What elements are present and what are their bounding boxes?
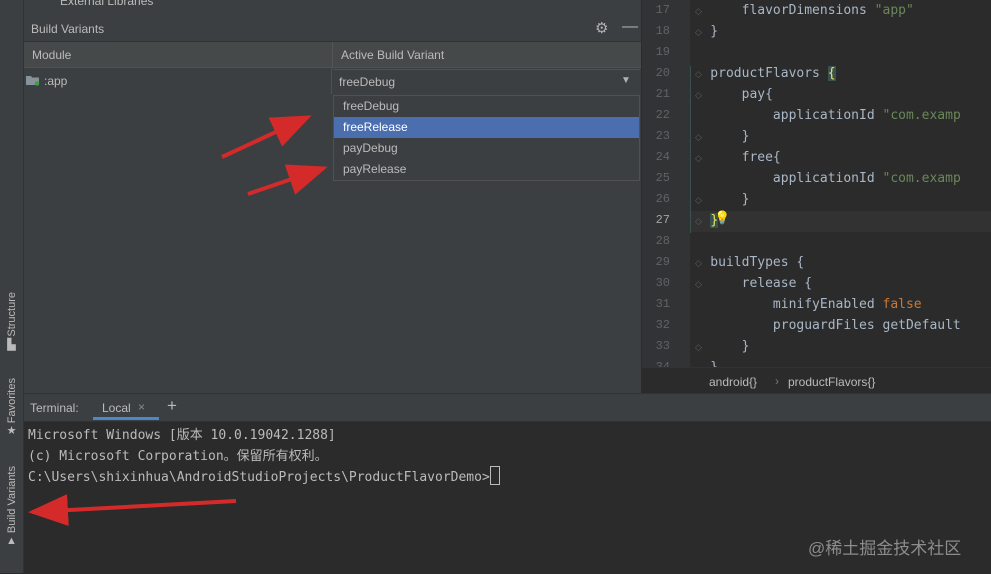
panel-title: Build Variants: [31, 22, 105, 36]
line-number: 20: [655, 66, 670, 80]
structure-tab-label: Structure: [5, 292, 18, 337]
code-line: minifyEnabled false: [679, 297, 922, 312]
code-line: }: [679, 339, 750, 354]
terminal-tab-bar: Terminal: Local × +: [24, 394, 991, 422]
line-number-current: 27: [655, 213, 670, 227]
terminal-prompt-line: C:\Users\shixinhua\AndroidStudioProjects…: [28, 466, 500, 485]
terminal-line: (c) Microsoft Corporation。保留所有权利。: [28, 449, 328, 464]
build-variants-panel: Build Variants ⚙ — Module Active Build V…: [24, 17, 641, 393]
minimize-icon[interactable]: —: [622, 18, 638, 36]
code-line: flavorDimensions "app": [679, 3, 914, 18]
code-line: }: [710, 213, 719, 228]
line-number: 25: [655, 171, 670, 185]
column-header-active-variant: Active Build Variant: [341, 48, 445, 62]
variant-option[interactable]: payRelease: [334, 159, 639, 180]
add-tab-icon[interactable]: +: [167, 396, 177, 416]
line-number: 19: [655, 45, 670, 59]
variant-option-selected[interactable]: freeRelease: [334, 117, 639, 138]
favorites-tab[interactable]: Favorites ★: [0, 378, 23, 437]
chevron-right-icon: ›: [775, 374, 779, 388]
option-label: freeRelease: [343, 120, 408, 134]
current-line-highlight: [690, 211, 991, 232]
module-cell[interactable]: :app: [24, 68, 332, 94]
line-number: 31: [655, 297, 670, 311]
line-number: 18: [655, 24, 670, 38]
close-icon[interactable]: ×: [138, 400, 145, 414]
variant-dropdown-list: freeDebug freeRelease payDebug payReleas…: [333, 95, 640, 181]
breadcrumb-item[interactable]: productFlavors{}: [788, 375, 875, 389]
gear-icon[interactable]: ⚙: [595, 19, 608, 37]
line-number: 22: [655, 108, 670, 122]
option-label: payDebug: [343, 141, 398, 155]
option-label: payRelease: [343, 162, 407, 176]
line-number: 21: [655, 87, 670, 101]
code-line: applicationId "com.examp: [679, 108, 961, 123]
project-tree-item[interactable]: External Libraries: [60, 0, 153, 8]
watermark: @稀土掘金技术社区: [808, 539, 962, 558]
line-number: 32: [655, 318, 670, 332]
terminal-line: Microsoft Windows [版本 10.0.19042.1288]: [28, 428, 336, 443]
build-variants-tab-label: Build Variants: [5, 466, 18, 534]
structure-tab[interactable]: Structure ▙: [0, 292, 23, 351]
code-line: }: [679, 192, 750, 207]
star-icon: ★: [6, 425, 17, 438]
structure-icon: ▙: [7, 338, 16, 351]
favorites-tab-label: Favorites: [5, 378, 18, 424]
build-variants-tab[interactable]: Build Variants ▲: [0, 466, 23, 547]
terminal-panel[interactable]: Terminal: Local × + Microsoft Windows [版…: [24, 393, 991, 574]
terminal-prompt: C:\Users\shixinhua\AndroidStudioProjects…: [28, 470, 490, 485]
left-tool-strip: Structure ▙ Favorites ★ Build Variants ▲: [0, 0, 24, 573]
line-number: 29: [655, 255, 670, 269]
active-variant-select[interactable]: freeDebug ▼: [333, 69, 640, 94]
breadcrumb-item[interactable]: android{}: [709, 375, 757, 389]
line-number: 17: [655, 3, 670, 17]
build-variants-icon: ▲: [6, 535, 17, 548]
column-header-module: Module: [32, 48, 72, 62]
project-tree-partial: External Libraries: [24, 0, 641, 17]
code-editor[interactable]: 💡 17 18 19 20 21 22 23 24 25 26 27 28 29…: [642, 0, 991, 394]
option-label: freeDebug: [343, 99, 400, 113]
line-number: 26: [655, 192, 670, 206]
chevron-down-icon[interactable]: ▼: [621, 75, 631, 86]
active-variant-value: freeDebug: [339, 75, 396, 89]
code-line: applicationId "com.examp: [679, 171, 961, 186]
column-divider[interactable]: [332, 42, 333, 67]
text-cursor: [489, 466, 500, 485]
line-number: 23: [655, 129, 670, 143]
breadcrumb: android{} › productFlavors{}: [642, 367, 991, 394]
panel-header: Build Variants ⚙ —: [24, 17, 641, 42]
code-line: pay{: [679, 87, 773, 102]
variant-option[interactable]: payDebug: [334, 138, 639, 159]
tab-label: Local: [102, 401, 131, 415]
code-line: release {: [679, 276, 813, 291]
line-number: 30: [655, 276, 670, 290]
line-number: 28: [655, 234, 670, 248]
folder-module-icon: [26, 76, 40, 86]
code-line: proguardFiles getDefault: [679, 318, 961, 333]
code-line: free{: [679, 150, 781, 165]
code-line: buildTypes {: [679, 255, 805, 270]
terminal-label: Terminal:: [30, 401, 79, 415]
code-line: productFlavors {: [679, 66, 836, 81]
table-row: :app freeDebug ▼: [24, 68, 641, 94]
line-number: 24: [655, 150, 670, 164]
code-line: }: [679, 24, 719, 39]
tab-local[interactable]: Local ×: [93, 394, 159, 420]
variant-option[interactable]: freeDebug: [334, 96, 639, 117]
code-line: }: [679, 129, 750, 144]
line-number: 33: [655, 339, 670, 353]
module-name: :app: [44, 74, 68, 88]
